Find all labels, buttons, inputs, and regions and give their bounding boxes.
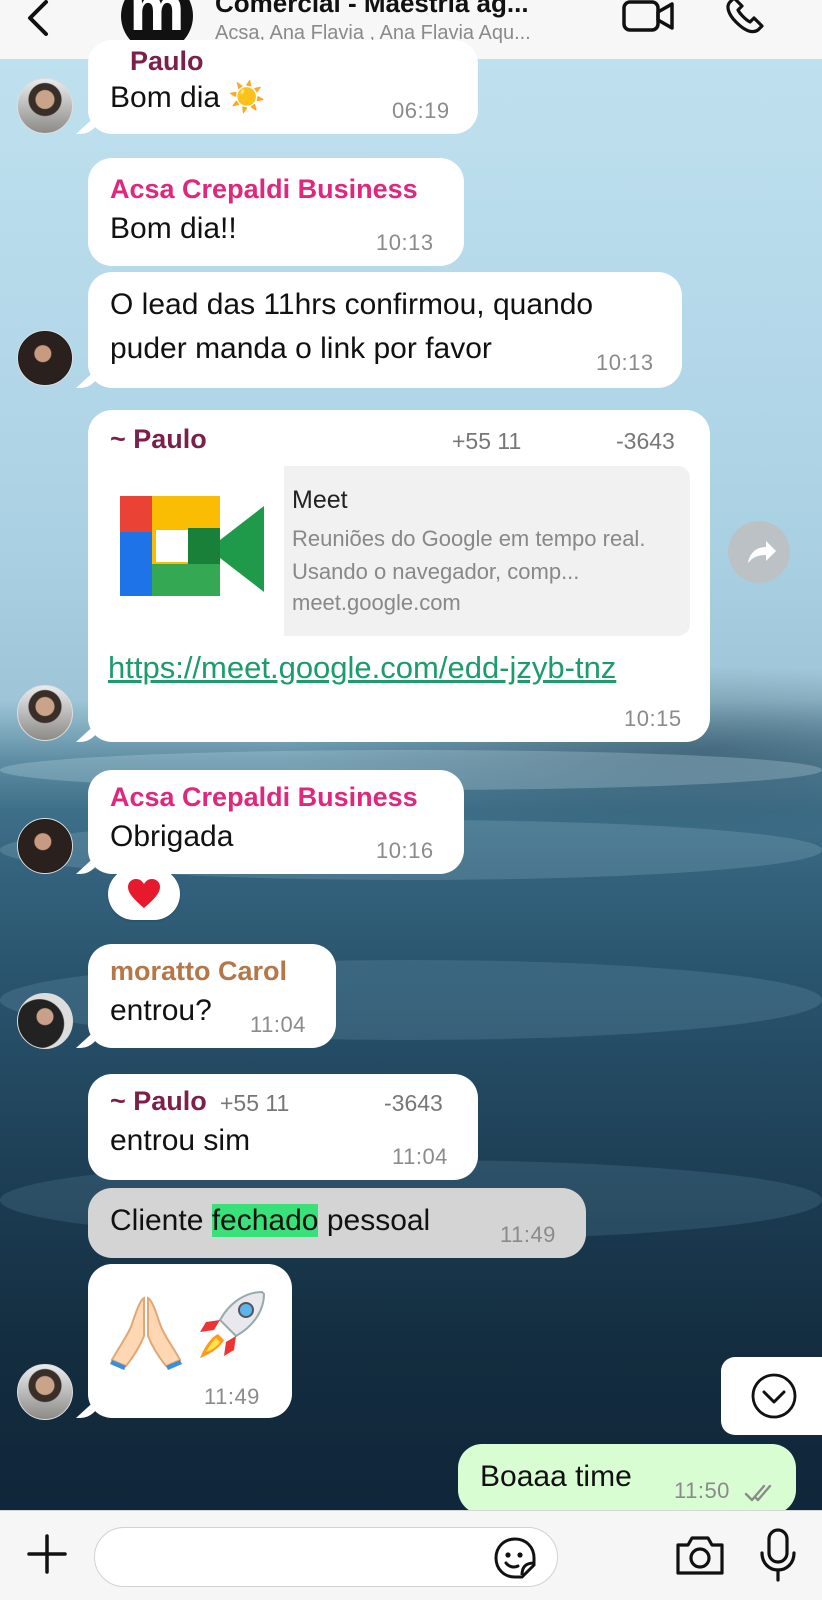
heart-icon <box>128 878 160 908</box>
avatar-paulo[interactable] <box>17 1364 73 1420</box>
camera-button[interactable] <box>674 1533 726 1579</box>
message-time: 10:13 <box>596 350 654 375</box>
plus-icon <box>27 1534 67 1574</box>
message-text: entrou sim <box>110 1124 251 1157</box>
forward-button[interactable] <box>728 521 790 583</box>
sticker-button[interactable] <box>492 1535 538 1581</box>
message-bubble[interactable]: O lead das 11hrs confirmou, quando puder… <box>88 272 682 388</box>
link-title: Meet <box>292 486 348 514</box>
link-domain: meet.google.com <box>292 590 461 615</box>
camera-icon <box>676 1536 724 1575</box>
message-bubble[interactable]: ~ Paulo +55 11 -3643 entrou sim 11:04 <box>88 1074 478 1180</box>
message-text: Boaaa time <box>480 1460 632 1493</box>
share-arrow-icon <box>748 541 776 563</box>
message-text: Cliente fechado pessoal <box>110 1204 430 1238</box>
message-text: Bom dia ☀️ <box>110 81 266 114</box>
back-button[interactable] <box>22 0 52 40</box>
avatar-carol[interactable] <box>17 993 73 1049</box>
voice-call-button[interactable] <box>722 0 766 36</box>
message-input[interactable] <box>94 1527 558 1587</box>
message-text: Obrigada <box>110 820 234 853</box>
sender-name: ~ Paulo <box>110 424 207 454</box>
avatar-acsa[interactable] <box>17 330 73 386</box>
reaction-badge[interactable] <box>108 868 180 920</box>
sticker-icon <box>494 1537 536 1579</box>
sender-phone-suffix: -3643 <box>616 428 675 454</box>
google-meet-icon <box>120 496 264 596</box>
message-text-line: O lead das 11hrs confirmou, quando <box>110 288 594 321</box>
message-time: 11:49 <box>500 1222 556 1247</box>
video-call-button[interactable] <box>622 0 676 36</box>
link-description: Reuniões do Google em tempo real. Usando… <box>292 526 646 584</box>
google-meet-logo <box>104 466 284 636</box>
scroll-to-bottom-button[interactable] <box>721 1357 822 1435</box>
link-preview-card[interactable]: Meet Reuniões do Google em tempo real. U… <box>104 466 690 636</box>
avatar-paulo[interactable] <box>17 685 73 741</box>
sender-phone-suffix: -3643 <box>384 1090 443 1116</box>
link-message-bubble[interactable]: ~ Paulo +55 11 -3643 Meet Reuniões do Go… <box>88 410 710 742</box>
group-title[interactable]: Comercial - Maestria ag... <box>215 0 529 19</box>
message-time: 10:15 <box>624 706 682 731</box>
phone-icon <box>726 0 764 34</box>
praying-hands-icon <box>110 1296 182 1370</box>
message-text-before: Cliente <box>110 1204 212 1237</box>
microphone-button[interactable] <box>757 1527 799 1583</box>
double-check-icon <box>744 1484 772 1502</box>
message-bubble[interactable]: Acsa Crepaldi Business Obrigada 10:16 <box>88 770 464 874</box>
message-text: entrou? <box>110 994 212 1027</box>
message-bubble-selected[interactable]: Cliente fechado pessoal 11:49 <box>88 1188 586 1258</box>
message-text-after: pessoal <box>318 1204 431 1237</box>
avatar-acsa[interactable] <box>17 818 73 874</box>
sender-name: moratto Carol <box>110 956 288 986</box>
search-highlight: fechado <box>211 1204 319 1237</box>
message-bubble[interactable]: Paulo Bom dia ☀️ 06:19 <box>88 40 478 134</box>
message-time: 10:16 <box>376 838 434 863</box>
sender-phone-prefix: +55 11 <box>452 428 522 454</box>
avatar-paulo[interactable] <box>17 78 73 134</box>
message-text-line: puder manda o link por favor <box>110 332 492 365</box>
outgoing-message-bubble[interactable]: Boaaa time 11:50 <box>458 1444 796 1514</box>
sender-phone-prefix: +55 11 <box>220 1090 290 1116</box>
message-time: 11:04 <box>250 1012 306 1037</box>
message-time: 11:04 <box>392 1144 448 1169</box>
chevron-left-icon <box>28 0 48 36</box>
message-bubble[interactable]: moratto Carol entrou? 11:04 <box>88 944 336 1048</box>
sender-name: Acsa Crepaldi Business <box>110 174 418 204</box>
sender-name: Paulo <box>130 46 204 76</box>
message-bubble[interactable]: Acsa Crepaldi Business Bom dia!! 10:13 <box>88 158 464 266</box>
message-text: Bom dia!! <box>110 212 237 245</box>
rocket-icon <box>200 1290 266 1358</box>
video-camera-icon <box>622 0 674 32</box>
chevron-down-circle-icon <box>751 1373 797 1419</box>
message-time: 10:13 <box>376 230 434 255</box>
message-input-bar <box>0 1510 822 1600</box>
message-time: 11:50 <box>674 1478 730 1503</box>
sender-name: Acsa Crepaldi Business <box>110 782 418 812</box>
microphone-icon <box>760 1528 796 1582</box>
meet-link[interactable]: https://meet.google.com/edd-jzyb-tnz <box>108 650 616 686</box>
sender-name: ~ Paulo <box>110 1086 207 1116</box>
message-time: 11:49 <box>204 1384 260 1409</box>
attach-button[interactable] <box>26 1533 68 1575</box>
message-time: 06:19 <box>392 98 450 123</box>
emoji-message-bubble[interactable]: 11:49 <box>88 1264 292 1418</box>
